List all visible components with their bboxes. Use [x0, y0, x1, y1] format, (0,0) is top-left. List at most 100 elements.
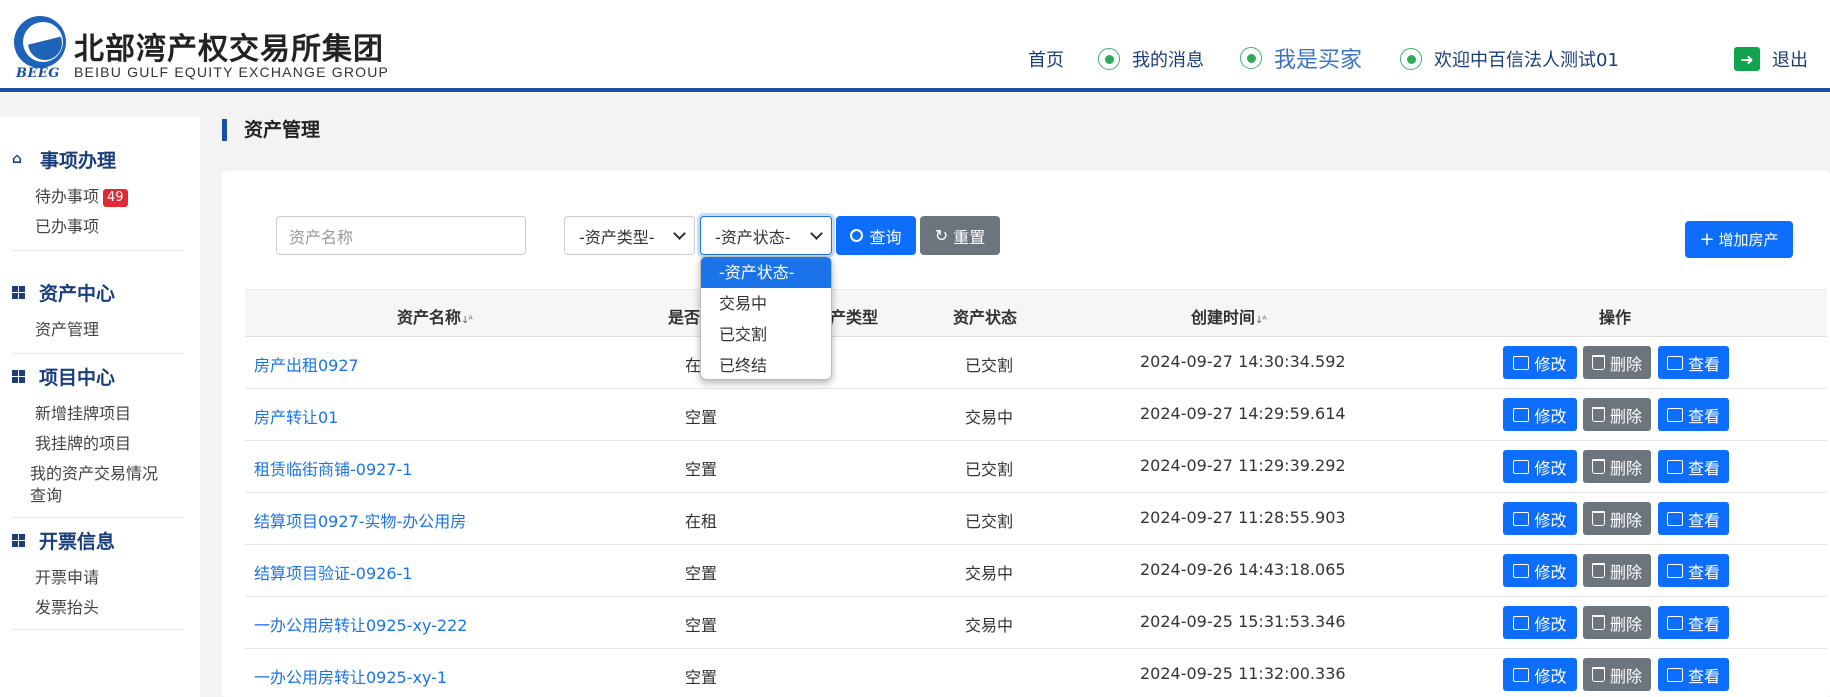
asset-name-link[interactable]: 房产出租0927 [254, 352, 359, 376]
edit-icon [1513, 615, 1530, 630]
status-option[interactable]: 交易中 [701, 288, 831, 319]
status-cell: 已交割 [965, 512, 1014, 531]
sidebar-item-todo[interactable]: 待办事项 49 [12, 186, 183, 208]
sidebar-item-invoice-title[interactable]: 发票抬头 [12, 597, 183, 619]
logout-link[interactable]: ➜ 退出 [1734, 46, 1808, 72]
asset-type-select[interactable]: -资产类型- [564, 216, 695, 255]
asset-name-link[interactable]: 租赁临街商铺-0927-1 [254, 456, 412, 480]
view-button-label: 查看 [1687, 614, 1720, 634]
occupancy-cell: 空置 [685, 408, 718, 427]
query-button[interactable]: 查询 [836, 216, 916, 255]
edit-button-label: 修改 [1534, 354, 1567, 374]
nav-buyer-link[interactable]: 我是买家 [1240, 42, 1362, 74]
asset-name-link[interactable]: 结算项目验证-0926-1 [254, 560, 412, 584]
occupancy-cell: 在租 [685, 512, 718, 531]
created-time-cell: 2024-09-25 11:32:00.336 [1140, 664, 1346, 683]
sidebar-item-trade-query[interactable]: 我的资产交易情况查询 [12, 463, 172, 507]
delete-button-label: 删除 [1609, 354, 1642, 374]
delete-button[interactable]: 删除 [1583, 346, 1651, 379]
nav-welcome-label: 欢迎中百信法人测试01 [1434, 50, 1619, 71]
status-cell: 交易中 [965, 616, 1014, 635]
user-icon [1400, 48, 1422, 70]
add-button-label: 增加房产 [1718, 231, 1779, 249]
delete-button[interactable]: 删除 [1583, 554, 1651, 587]
reset-button-label: 重置 [953, 227, 986, 247]
nav-messages-link[interactable]: 我的消息 [1098, 46, 1204, 72]
col-created-time[interactable]: 创建时间↓ᴬ [1191, 304, 1267, 328]
document-icon [1666, 615, 1683, 630]
edit-button[interactable]: 修改 [1503, 658, 1577, 691]
status-option[interactable]: -资产状态- [701, 257, 831, 288]
edit-button[interactable]: 修改 [1503, 606, 1577, 639]
reset-button[interactable]: ↻ 重置 [920, 216, 1000, 255]
sidebar: ⌂ 事项办理 待办事项 49 已办事项 资产中心 资产管理 项目中心 新增挂牌项目… [0, 117, 200, 697]
edit-button[interactable]: 修改 [1503, 346, 1577, 379]
asset-status-select[interactable]: -资产状态- [700, 216, 832, 255]
sidebar-group-title[interactable]: 开票信息 [12, 526, 183, 554]
edit-button[interactable]: 修改 [1503, 502, 1577, 535]
delete-button-label: 删除 [1609, 614, 1642, 634]
edit-button[interactable]: 修改 [1503, 450, 1577, 483]
sidebar-item-done[interactable]: 已办事项 [12, 216, 183, 238]
asset-name-search-input[interactable]: 资产名称 [276, 216, 526, 255]
sidebar-group-label: 事项办理 [40, 149, 117, 172]
edit-icon [1513, 667, 1530, 682]
edit-icon [1513, 407, 1530, 422]
add-property-button[interactable]: + 增加房产 [1685, 221, 1793, 258]
view-button[interactable]: 查看 [1658, 658, 1729, 691]
view-button[interactable]: 查看 [1658, 346, 1729, 379]
col-asset-name[interactable]: 资产名称↓ᴬ [397, 304, 473, 328]
nav-welcome-link[interactable]: 欢迎中百信法人测试01 [1400, 46, 1619, 72]
status-cell: 已交割 [965, 356, 1014, 375]
asset-name-link[interactable]: 一办公用房转让0925-xy-1 [254, 664, 447, 688]
table-row: 房产转让01 空置 交易中 2024-09-27 14:29:59.614 修改 删除 查看 [245, 389, 1827, 441]
occupancy-cell: 在 [685, 356, 702, 375]
status-option[interactable]: 已终结 [701, 350, 831, 379]
created-time-cell: 2024-09-25 15:31:53.346 [1140, 612, 1346, 631]
delete-button[interactable]: 删除 [1583, 450, 1651, 483]
delete-button[interactable]: 删除 [1583, 398, 1651, 431]
asset-name-link[interactable]: 一办公用房转让0925-xy-222 [254, 612, 467, 636]
delete-button[interactable]: 删除 [1583, 502, 1651, 535]
chevron-down-icon [673, 227, 686, 240]
nav-home-link[interactable]: 首页 [1028, 46, 1064, 72]
created-time-cell: 2024-09-27 14:29:59.614 [1140, 404, 1346, 423]
edit-button[interactable]: 修改 [1503, 554, 1577, 587]
sidebar-group-title[interactable]: 项目中心 [12, 362, 183, 390]
logo-abbreviation: BEEG [16, 66, 60, 81]
sidebar-group-title[interactable]: ⌂ 事项办理 [12, 145, 183, 173]
view-button[interactable]: 查看 [1658, 606, 1729, 639]
table-row: 结算项目验证-0926-1 空置 交易中 2024-09-26 14:43:18.06… [245, 545, 1827, 597]
sidebar-item-my-listings[interactable]: 我挂牌的项目 [12, 433, 183, 455]
brand-name-en: BEIBU GULF EQUITY EXCHANGE GROUP [74, 64, 390, 80]
plus-icon: + [1699, 229, 1715, 250]
nav-home-label: 首页 [1028, 50, 1064, 71]
beeg-logo-icon[interactable] [14, 16, 66, 68]
sidebar-item-new-listing[interactable]: 新增挂牌项目 [12, 403, 183, 425]
view-button-label: 查看 [1687, 458, 1720, 478]
created-time-cell: 2024-09-27 14:30:34.592 [1140, 352, 1346, 371]
sidebar-item-label: 待办事项 [35, 187, 100, 206]
created-time-cell: 2024-09-27 11:29:39.292 [1140, 456, 1346, 475]
asset-name-link[interactable]: 结算项目0927-实物-办公用房 [254, 508, 466, 532]
status-cell: 交易中 [965, 408, 1014, 427]
view-button[interactable]: 查看 [1658, 398, 1729, 431]
view-button[interactable]: 查看 [1658, 554, 1729, 587]
sidebar-item-invoice-apply[interactable]: 开票申请 [12, 567, 183, 589]
status-cell: 交易中 [965, 564, 1014, 583]
sidebar-group-title[interactable]: 资产中心 [12, 278, 183, 306]
view-button[interactable]: 查看 [1658, 450, 1729, 483]
sidebar-item-asset-management[interactable]: 资产管理 [12, 319, 183, 341]
col-operations: 操作 [1599, 308, 1632, 327]
view-button[interactable]: 查看 [1658, 502, 1729, 535]
delete-button[interactable]: 删除 [1583, 606, 1651, 639]
sidebar-group-matters: ⌂ 事项办理 待办事项 49 已办事项 [12, 145, 183, 251]
delete-button[interactable]: 删除 [1583, 658, 1651, 691]
edit-icon [1513, 459, 1530, 474]
edit-button[interactable]: 修改 [1503, 398, 1577, 431]
col-created-label: 创建时间 [1191, 308, 1256, 327]
status-option[interactable]: 已交割 [701, 319, 831, 350]
view-button-label: 查看 [1687, 406, 1720, 426]
table-row: 一办公用房转让0925-xy-1 空置 2024-09-25 11:32:00.33… [245, 649, 1827, 697]
asset-name-link[interactable]: 房产转让01 [254, 404, 338, 428]
